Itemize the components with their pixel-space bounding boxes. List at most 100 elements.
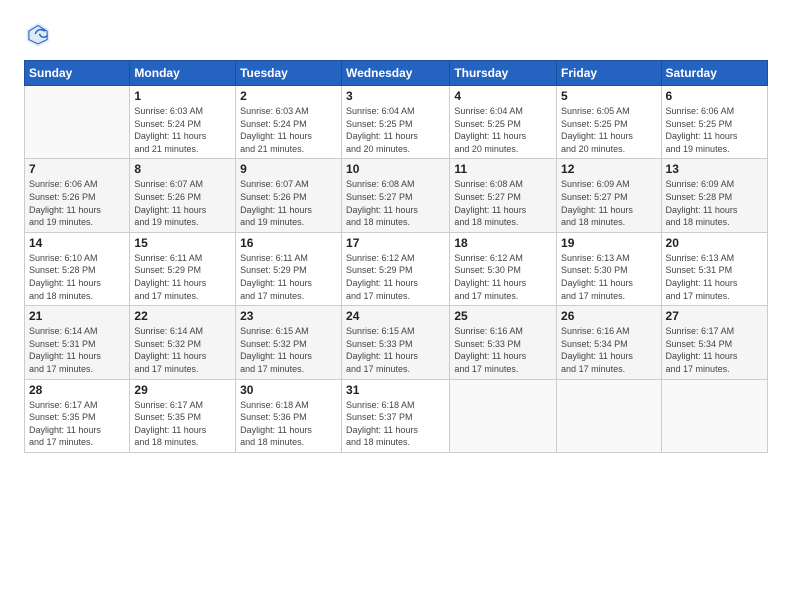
page: SundayMondayTuesdayWednesdayThursdayFrid… bbox=[0, 0, 792, 612]
day-number: 23 bbox=[240, 309, 337, 323]
day-info: Sunrise: 6:07 AM Sunset: 5:26 PM Dayligh… bbox=[240, 178, 337, 228]
calendar-table: SundayMondayTuesdayWednesdayThursdayFrid… bbox=[24, 60, 768, 453]
day-info: Sunrise: 6:04 AM Sunset: 5:25 PM Dayligh… bbox=[454, 105, 552, 155]
calendar-day: 31Sunrise: 6:18 AM Sunset: 5:37 PM Dayli… bbox=[342, 379, 450, 452]
day-number: 2 bbox=[240, 89, 337, 103]
day-number: 28 bbox=[29, 383, 125, 397]
calendar-day: 27 Sunrise: 6:17 AM Sunset: 5:34 PM Dayli… bbox=[661, 306, 767, 379]
day-number: 16 bbox=[240, 236, 337, 250]
day-info: Sunrise: 6:16 AM Sunset: 5:34 PM Dayligh… bbox=[561, 325, 656, 375]
day-info: Sunrise: 6:12 AM Sunset: 5:30 PM Dayligh… bbox=[454, 252, 552, 302]
calendar-week-row: 14 Sunrise: 6:10 AM Sunset: 5:28 PM Dayli… bbox=[25, 232, 768, 305]
calendar-header-monday: Monday bbox=[130, 61, 236, 86]
calendar-header-sunday: Sunday bbox=[25, 61, 130, 86]
calendar-day bbox=[557, 379, 661, 452]
calendar-day: 20 Sunrise: 6:13 AM Sunset: 5:31 PM Dayli… bbox=[661, 232, 767, 305]
day-info: Sunrise: 6:13 AM Sunset: 5:31 PM Dayligh… bbox=[666, 252, 763, 302]
calendar-day: 14 Sunrise: 6:10 AM Sunset: 5:28 PM Dayli… bbox=[25, 232, 130, 305]
day-number: 6 bbox=[666, 89, 763, 103]
day-number: 1 bbox=[134, 89, 231, 103]
day-number: 9 bbox=[240, 162, 337, 176]
day-info: Sunrise: 6:06 AM Sunset: 5:26 PM Dayligh… bbox=[29, 178, 125, 228]
calendar-day: 17Sunrise: 6:12 AM Sunset: 5:29 PM Dayli… bbox=[342, 232, 450, 305]
calendar-day: 19Sunrise: 6:13 AM Sunset: 5:30 PM Dayli… bbox=[557, 232, 661, 305]
calendar-day: 11 Sunrise: 6:08 AM Sunset: 5:27 PM Dayli… bbox=[450, 159, 557, 232]
day-number: 26 bbox=[561, 309, 656, 323]
day-info: Sunrise: 6:11 AM Sunset: 5:29 PM Dayligh… bbox=[240, 252, 337, 302]
day-info: Sunrise: 6:17 AM Sunset: 5:35 PM Dayligh… bbox=[29, 399, 125, 449]
day-info: Sunrise: 6:15 AM Sunset: 5:32 PM Dayligh… bbox=[240, 325, 337, 375]
calendar-day bbox=[450, 379, 557, 452]
calendar-header-saturday: Saturday bbox=[661, 61, 767, 86]
calendar-day: 5 Sunrise: 6:05 AM Sunset: 5:25 PM Daylig… bbox=[557, 86, 661, 159]
calendar-day: 7 Sunrise: 6:06 AM Sunset: 5:26 PM Daylig… bbox=[25, 159, 130, 232]
day-number: 25 bbox=[454, 309, 552, 323]
calendar-day bbox=[661, 379, 767, 452]
calendar-day: 29 Sunrise: 6:17 AM Sunset: 5:35 PM Dayli… bbox=[130, 379, 236, 452]
day-info: Sunrise: 6:05 AM Sunset: 5:25 PM Dayligh… bbox=[561, 105, 656, 155]
calendar-day: 28 Sunrise: 6:17 AM Sunset: 5:35 PM Dayli… bbox=[25, 379, 130, 452]
day-number: 27 bbox=[666, 309, 763, 323]
day-info: Sunrise: 6:17 AM Sunset: 5:35 PM Dayligh… bbox=[134, 399, 231, 449]
calendar-day: 26 Sunrise: 6:16 AM Sunset: 5:34 PM Dayli… bbox=[557, 306, 661, 379]
calendar-header-tuesday: Tuesday bbox=[236, 61, 342, 86]
day-number: 24 bbox=[346, 309, 445, 323]
calendar-day: 18 Sunrise: 6:12 AM Sunset: 5:30 PM Dayli… bbox=[450, 232, 557, 305]
calendar-header-friday: Friday bbox=[557, 61, 661, 86]
calendar-day: 2 Sunrise: 6:03 AM Sunset: 5:24 PM Daylig… bbox=[236, 86, 342, 159]
day-number: 29 bbox=[134, 383, 231, 397]
day-number: 11 bbox=[454, 162, 552, 176]
calendar-week-row: 21 Sunrise: 6:14 AM Sunset: 5:31 PM Dayli… bbox=[25, 306, 768, 379]
day-number: 3 bbox=[346, 89, 445, 103]
calendar-day: 12Sunrise: 6:09 AM Sunset: 5:27 PM Dayli… bbox=[557, 159, 661, 232]
day-info: Sunrise: 6:18 AM Sunset: 5:37 PM Dayligh… bbox=[346, 399, 445, 449]
calendar-day: 24 Sunrise: 6:15 AM Sunset: 5:33 PM Dayli… bbox=[342, 306, 450, 379]
calendar-day: 1 Sunrise: 6:03 AM Sunset: 5:24 PM Daylig… bbox=[130, 86, 236, 159]
day-info: Sunrise: 6:08 AM Sunset: 5:27 PM Dayligh… bbox=[454, 178, 552, 228]
day-number: 17 bbox=[346, 236, 445, 250]
calendar-day: 16 Sunrise: 6:11 AM Sunset: 5:29 PM Dayli… bbox=[236, 232, 342, 305]
logo-icon bbox=[24, 20, 52, 48]
calendar-day: 3 Sunrise: 6:04 AM Sunset: 5:25 PM Daylig… bbox=[342, 86, 450, 159]
day-info: Sunrise: 6:11 AM Sunset: 5:29 PM Dayligh… bbox=[134, 252, 231, 302]
day-info: Sunrise: 6:09 AM Sunset: 5:27 PM Dayligh… bbox=[561, 178, 656, 228]
day-info: Sunrise: 6:15 AM Sunset: 5:33 PM Dayligh… bbox=[346, 325, 445, 375]
day-info: Sunrise: 6:07 AM Sunset: 5:26 PM Dayligh… bbox=[134, 178, 231, 228]
day-number: 30 bbox=[240, 383, 337, 397]
day-info: Sunrise: 6:09 AM Sunset: 5:28 PM Dayligh… bbox=[666, 178, 763, 228]
day-info: Sunrise: 6:17 AM Sunset: 5:34 PM Dayligh… bbox=[666, 325, 763, 375]
calendar-day bbox=[25, 86, 130, 159]
calendar-week-row: 7 Sunrise: 6:06 AM Sunset: 5:26 PM Daylig… bbox=[25, 159, 768, 232]
day-number: 10 bbox=[346, 162, 445, 176]
calendar-day: 8Sunrise: 6:07 AM Sunset: 5:26 PM Daylig… bbox=[130, 159, 236, 232]
calendar-day: 10 Sunrise: 6:08 AM Sunset: 5:27 PM Dayli… bbox=[342, 159, 450, 232]
calendar-day: 13 Sunrise: 6:09 AM Sunset: 5:28 PM Dayli… bbox=[661, 159, 767, 232]
calendar-header-thursday: Thursday bbox=[450, 61, 557, 86]
calendar-week-row: 1 Sunrise: 6:03 AM Sunset: 5:24 PM Daylig… bbox=[25, 86, 768, 159]
day-info: Sunrise: 6:06 AM Sunset: 5:25 PM Dayligh… bbox=[666, 105, 763, 155]
day-number: 7 bbox=[29, 162, 125, 176]
day-number: 13 bbox=[666, 162, 763, 176]
day-info: Sunrise: 6:16 AM Sunset: 5:33 PM Dayligh… bbox=[454, 325, 552, 375]
day-info: Sunrise: 6:08 AM Sunset: 5:27 PM Dayligh… bbox=[346, 178, 445, 228]
day-info: Sunrise: 6:03 AM Sunset: 5:24 PM Dayligh… bbox=[134, 105, 231, 155]
day-info: Sunrise: 6:14 AM Sunset: 5:31 PM Dayligh… bbox=[29, 325, 125, 375]
day-number: 20 bbox=[666, 236, 763, 250]
calendar-header-row: SundayMondayTuesdayWednesdayThursdayFrid… bbox=[25, 61, 768, 86]
calendar-day: 25 Sunrise: 6:16 AM Sunset: 5:33 PM Dayli… bbox=[450, 306, 557, 379]
day-info: Sunrise: 6:13 AM Sunset: 5:30 PM Dayligh… bbox=[561, 252, 656, 302]
day-info: Sunrise: 6:18 AM Sunset: 5:36 PM Dayligh… bbox=[240, 399, 337, 449]
day-number: 21 bbox=[29, 309, 125, 323]
day-number: 18 bbox=[454, 236, 552, 250]
day-info: Sunrise: 6:04 AM Sunset: 5:25 PM Dayligh… bbox=[346, 105, 445, 155]
header bbox=[24, 20, 768, 48]
calendar-day: 9 Sunrise: 6:07 AM Sunset: 5:26 PM Daylig… bbox=[236, 159, 342, 232]
day-info: Sunrise: 6:14 AM Sunset: 5:32 PM Dayligh… bbox=[134, 325, 231, 375]
day-number: 22 bbox=[134, 309, 231, 323]
calendar-week-row: 28 Sunrise: 6:17 AM Sunset: 5:35 PM Dayli… bbox=[25, 379, 768, 452]
day-number: 5 bbox=[561, 89, 656, 103]
logo bbox=[24, 20, 58, 48]
day-info: Sunrise: 6:10 AM Sunset: 5:28 PM Dayligh… bbox=[29, 252, 125, 302]
day-number: 14 bbox=[29, 236, 125, 250]
day-info: Sunrise: 6:03 AM Sunset: 5:24 PM Dayligh… bbox=[240, 105, 337, 155]
